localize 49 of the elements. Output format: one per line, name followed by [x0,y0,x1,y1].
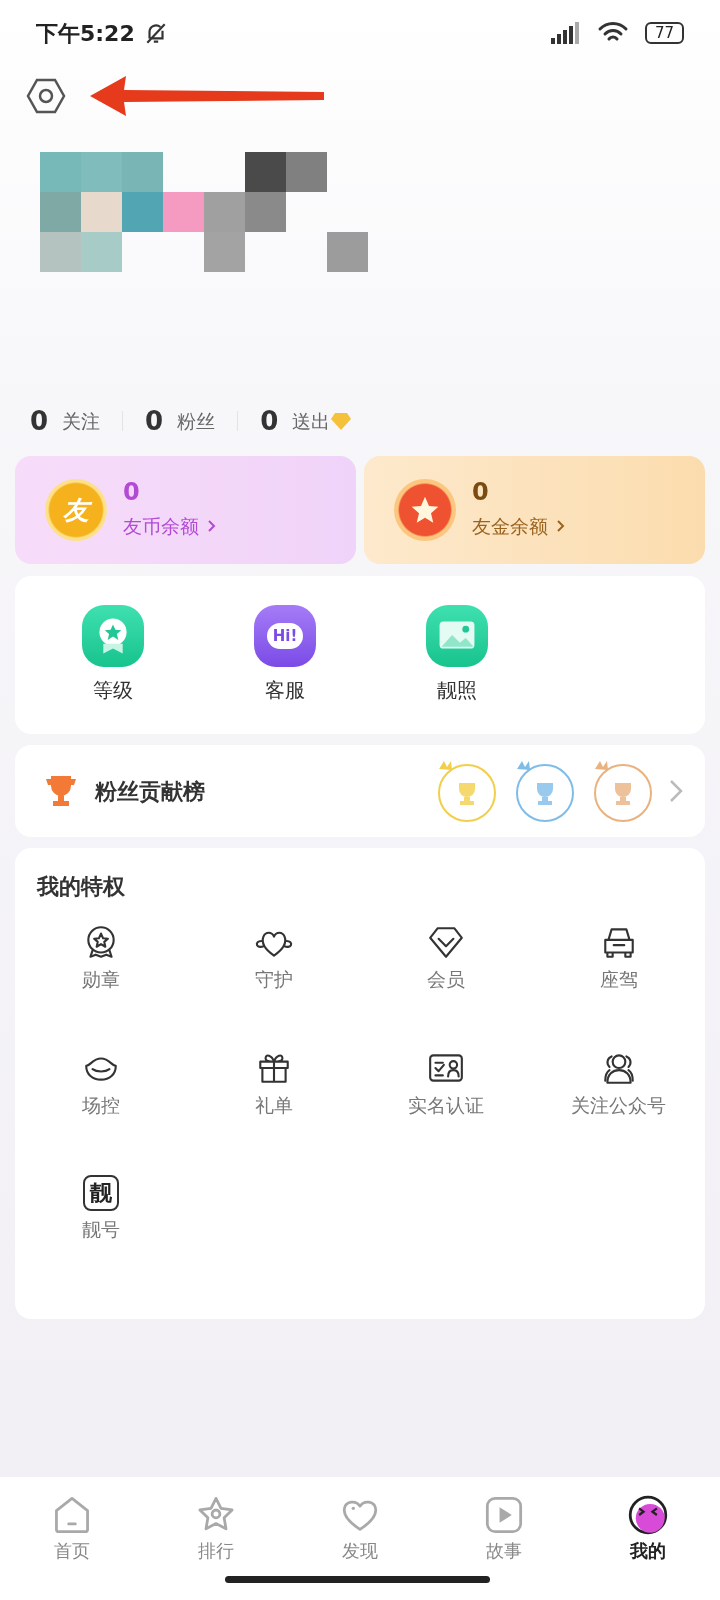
trophy-icon [43,773,79,809]
tab-item[interactable]: 排行 [144,1477,288,1600]
chevron-right-icon [556,519,565,533]
privilege-label[interactable]: 靓号 [82,1215,121,1244]
privilege-label[interactable]: 会员 [427,965,466,994]
shortcut-label[interactable]: 靓照 [437,675,477,705]
privilege-label[interactable]: 关注公众号 [571,1091,667,1120]
section-title: 我的特权 [35,873,126,901]
balance-label: 友金余额 [472,513,548,539]
stat-count: 0 [260,404,279,438]
play-icon [484,1495,524,1535]
chat-bubble-icon[interactable]: Hi! [254,605,316,667]
stat-label[interactable]: 送出 [292,406,331,436]
privilege-label[interactable]: 礼单 [254,1091,293,1120]
gem-icon [330,411,353,431]
stat-count: 0 [145,404,164,438]
board-title: 粉丝贡献榜 [95,777,205,806]
chevron-right-icon [207,519,216,533]
privilege-label[interactable]: 实名认证 [408,1091,485,1120]
balance-amount: 0 [123,479,141,504]
battery-indicator: 77 [644,22,684,44]
trophy-badge-icon [591,759,653,823]
shortcut-label[interactable]: 等级 [93,675,133,705]
balance-amount: 0 [472,479,490,504]
coin-icon: 友 [45,479,107,541]
stat-label[interactable]: 粉丝 [177,406,216,436]
trophy-badge-icon [435,759,497,823]
privilege-label[interactable]: 守护 [254,965,293,994]
privilege-label[interactable]: 场控 [82,1091,121,1120]
tab-item[interactable]: 首页 [0,1477,144,1600]
home-icon [52,1495,92,1535]
wallet-card[interactable]: 0 友金余额 [364,456,705,564]
balance-label: 友币余额 [123,513,199,539]
tab-item[interactable]: 故事 [432,1477,576,1600]
wallet-card[interactable]: 友 0 友币余额 [15,456,356,564]
privilege-label[interactable]: 座驾 [599,965,638,994]
avatar-icon [628,1495,668,1535]
settings-icon[interactable] [26,76,66,116]
status-time: 下午5:22 [36,19,135,48]
stat-label[interactable]: 关注 [62,406,101,436]
privilege-label[interactable]: 勋章 [82,965,121,994]
stat-count: 0 [30,404,49,438]
trophy-badge-icon [513,759,575,823]
fan-board-row[interactable]: 粉丝贡献榜 [15,745,705,837]
shortcut-label[interactable]: 客服 [265,675,305,705]
tab-item[interactable]: 发现 [288,1477,432,1600]
chevron-right-icon [669,779,683,803]
number-badge-icon[interactable]: 靓 [83,1175,120,1211]
tab-item[interactable]: 我的 [576,1477,720,1600]
